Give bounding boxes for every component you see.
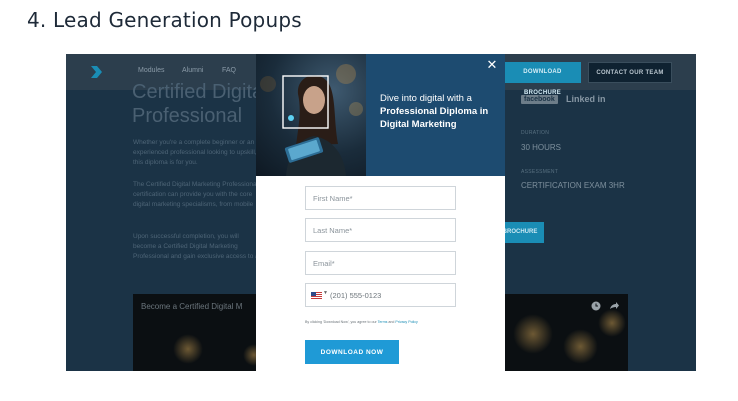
phone-field[interactable] [330, 285, 454, 305]
consent-text: By clicking 'Download Now', you agree to… [305, 320, 485, 324]
duration-value: 30 HOURS [521, 143, 562, 152]
email-field[interactable] [305, 251, 456, 275]
download-brochure-button[interactable]: DOWNLOAD BROCHURE [504, 62, 581, 96]
popup-headline: Dive into digital with a Professional Di… [380, 92, 500, 131]
chevron-down-icon[interactable]: ▼ [323, 290, 328, 296]
facebook-link[interactable]: facebook [521, 95, 558, 104]
watch-later-icon[interactable] [591, 301, 601, 311]
privacy-policy-link[interactable]: Privacy Policy [395, 320, 417, 324]
background-title: Certified Digital Professional [132, 80, 268, 128]
popup-headline-bold: Professional Diploma in Digital Marketin… [380, 106, 489, 130]
background-paragraph: The Certified Digital Marketing Professi… [133, 181, 258, 208]
woman-with-tablet-illustration [260, 64, 363, 176]
nav-link-faq[interactable]: FAQ [222, 67, 236, 74]
duration-label: DURATION [521, 130, 550, 136]
contact-team-button[interactable]: CONTACT OUR TEAM [588, 62, 672, 83]
video-title: Become a Certified Digital M [141, 302, 243, 311]
assessment-value: CERTIFICATION EXAM 3HR [521, 181, 625, 190]
nav-link-modules[interactable]: Modules [138, 67, 164, 74]
us-flag-icon[interactable] [311, 292, 322, 299]
lead-gen-popup: Dive into digital with a Professional Di… [256, 54, 505, 371]
assessment-label: ASSESSMENT [521, 169, 559, 175]
background-paragraph: Upon successful completion, you will bec… [133, 233, 259, 260]
nav-link-alumni[interactable]: Alumni [182, 67, 203, 74]
download-now-button[interactable]: DOWNLOAD NOW [305, 340, 399, 364]
background-title-line1: Certified Digital [132, 81, 268, 103]
page-heading: 4. Lead Generation Popups [27, 8, 302, 32]
linkedin-link[interactable]: Linked in [566, 94, 606, 104]
screenshot-frame: Modules Alumni FAQ DOWNLOAD BROCHURE CON… [66, 54, 696, 371]
popup-hero: Dive into digital with a Professional Di… [256, 54, 505, 176]
consent-text-main: By clicking 'Download Now', you agree to… [305, 320, 377, 324]
hero-photo [256, 54, 366, 176]
share-icon[interactable] [609, 301, 619, 311]
background-title-line2: Professional [132, 105, 243, 127]
first-name-field[interactable] [305, 186, 456, 210]
consent-and: and [388, 320, 395, 324]
phone-field-wrapper: ▼ [305, 283, 456, 307]
popup-headline-intro: Dive into digital with a [380, 93, 472, 104]
background-paragraph: Whether you're a complete beginner or an… [133, 139, 257, 166]
close-icon[interactable]: ✕ [485, 58, 499, 72]
terms-link[interactable]: Terms [378, 320, 388, 324]
brand-logo-icon[interactable] [90, 65, 104, 79]
last-name-field[interactable] [305, 218, 456, 242]
